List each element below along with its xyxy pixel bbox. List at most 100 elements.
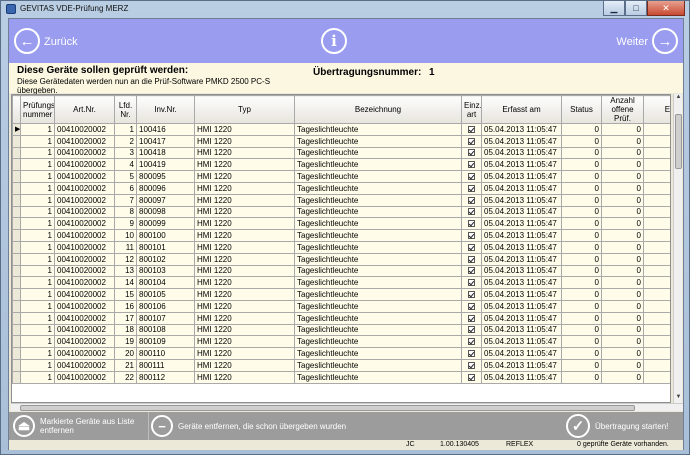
single-check-checkbox[interactable] bbox=[461, 347, 482, 360]
row-selector[interactable] bbox=[12, 252, 21, 266]
single-check-checkbox[interactable] bbox=[461, 217, 482, 231]
table-row[interactable]: ▶ 1 00410020002 1 100416 HMI 1220 Tageslichtle… bbox=[12, 123, 670, 136]
table-row[interactable]: 1 00410020002 17 800107 HMI 1220 Tageslichtle… bbox=[12, 311, 670, 325]
col-header[interactable]: Erh.vor a bbox=[643, 95, 670, 124]
row-selector[interactable] bbox=[12, 311, 21, 325]
table-row[interactable]: 1 00410020002 14 800104 HMI 1220 Tageslichtle… bbox=[12, 276, 670, 290]
checkbox-checked-icon[interactable] bbox=[468, 338, 475, 346]
col-header[interactable]: Typ bbox=[194, 95, 295, 124]
row-selector[interactable] bbox=[12, 264, 21, 278]
remove-marked-button[interactable]: ⏏ Markierte Geräte aus Liste entfernen bbox=[13, 412, 149, 440]
row-selector[interactable] bbox=[12, 370, 21, 384]
checkbox-checked-icon[interactable] bbox=[468, 220, 475, 228]
table-row[interactable]: 1 00410020002 10 800100 HMI 1220 Tageslichtle… bbox=[12, 229, 670, 242]
scroll-up-icon[interactable]: ▲ bbox=[674, 94, 683, 103]
col-header[interactable]: Einz. art bbox=[461, 95, 482, 124]
vertical-scroll-thumb[interactable] bbox=[675, 114, 682, 169]
row-selector[interactable] bbox=[12, 288, 21, 301]
table-row[interactable]: 1 00410020002 8 800098 HMI 1220 Tageslichtleu… bbox=[12, 205, 670, 219]
col-header[interactable]: Art.Nr. bbox=[54, 95, 115, 124]
single-check-checkbox[interactable] bbox=[461, 264, 482, 278]
table-row[interactable]: 1 00410020002 5 800095 HMI 1220 Tageslichtleu… bbox=[12, 170, 670, 183]
checkbox-checked-icon[interactable] bbox=[468, 243, 475, 251]
back-button[interactable]: ← bbox=[14, 28, 40, 54]
info-button[interactable]: i bbox=[321, 28, 347, 54]
row-selector[interactable] bbox=[12, 158, 21, 172]
single-check-checkbox[interactable] bbox=[461, 370, 482, 384]
checkbox-checked-icon[interactable] bbox=[468, 326, 475, 334]
single-check-checkbox[interactable] bbox=[461, 193, 482, 207]
single-check-checkbox[interactable] bbox=[461, 181, 482, 195]
col-header[interactable]: Inv.Nr. bbox=[136, 95, 195, 124]
table-row[interactable]: 1 00410020002 12 800102 HMI 1220 Tageslichtle… bbox=[12, 252, 670, 266]
single-check-checkbox[interactable] bbox=[461, 358, 482, 372]
table-row[interactable]: 1 00410020002 3 100418 HMI 1220 Tageslichtleu… bbox=[12, 146, 670, 160]
col-header[interactable]: Status bbox=[561, 95, 602, 124]
checkbox-checked-icon[interactable] bbox=[468, 232, 475, 240]
row-selector[interactable] bbox=[12, 205, 21, 219]
checkbox-checked-icon[interactable] bbox=[468, 314, 475, 322]
next-button[interactable]: → bbox=[652, 28, 678, 54]
checkbox-checked-icon[interactable] bbox=[468, 149, 475, 157]
table-row[interactable]: 1 00410020002 9 800099 HMI 1220 Tageslichtleu… bbox=[12, 217, 670, 231]
remove-tested-button[interactable]: − Geräte entfernen, die schon übergeben … bbox=[151, 412, 411, 440]
table-row[interactable]: 1 00410020002 7 800097 HMI 1220 Tageslichtleu… bbox=[12, 193, 670, 207]
single-check-checkbox[interactable] bbox=[461, 323, 482, 337]
single-check-checkbox[interactable] bbox=[461, 288, 482, 301]
row-selector[interactable] bbox=[12, 146, 21, 160]
checkbox-checked-icon[interactable] bbox=[468, 173, 475, 181]
row-selector[interactable] bbox=[12, 276, 21, 290]
checkbox-checked-icon[interactable] bbox=[468, 161, 475, 169]
minimize-button[interactable]: ▁ bbox=[603, 1, 625, 16]
row-selector[interactable] bbox=[12, 134, 21, 148]
title-bar[interactable]: GEVITAS VDE-Prüfung MERZ ▁ □ ✕ bbox=[1, 1, 689, 18]
back-label[interactable]: Zurück bbox=[44, 36, 78, 48]
checkbox-checked-icon[interactable] bbox=[468, 361, 475, 369]
row-selector[interactable] bbox=[12, 181, 21, 195]
row-selector[interactable] bbox=[12, 335, 21, 349]
table-row[interactable]: 1 00410020002 2 100417 HMI 1220 Tageslichtleu… bbox=[12, 134, 670, 148]
maximize-button[interactable]: □ bbox=[625, 1, 647, 16]
checkbox-checked-icon[interactable] bbox=[468, 125, 475, 133]
table-row[interactable]: 1 00410020002 20 800110 HMI 1220 Tageslichtle… bbox=[12, 347, 670, 360]
row-selector[interactable] bbox=[12, 240, 21, 254]
checkbox-checked-icon[interactable] bbox=[468, 184, 475, 192]
single-check-checkbox[interactable] bbox=[461, 134, 482, 148]
checkbox-checked-icon[interactable] bbox=[468, 196, 475, 204]
horizontal-scroll-thumb[interactable] bbox=[20, 405, 635, 411]
next-label[interactable]: Weiter bbox=[616, 36, 648, 48]
single-check-checkbox[interactable] bbox=[461, 276, 482, 290]
single-check-checkbox[interactable] bbox=[461, 123, 482, 136]
row-selector[interactable] bbox=[12, 347, 21, 360]
table-row[interactable]: 1 00410020002 19 800109 HMI 1220 Tageslichtle… bbox=[12, 335, 670, 349]
row-selector[interactable] bbox=[12, 217, 21, 231]
row-selector[interactable] bbox=[12, 229, 21, 242]
single-check-checkbox[interactable] bbox=[461, 229, 482, 242]
table-row[interactable]: 1 00410020002 13 800103 HMI 1220 Tageslichtle… bbox=[12, 264, 670, 278]
row-selector[interactable] bbox=[12, 170, 21, 183]
single-check-checkbox[interactable] bbox=[461, 170, 482, 183]
checkbox-checked-icon[interactable] bbox=[468, 291, 475, 299]
single-check-checkbox[interactable] bbox=[461, 252, 482, 266]
checkbox-checked-icon[interactable] bbox=[468, 208, 475, 216]
table-row[interactable]: 1 00410020002 16 800106 HMI 1220 Tageslichtle… bbox=[12, 299, 670, 313]
col-header[interactable]: Lfd. Nr. bbox=[114, 95, 137, 124]
checkbox-checked-icon[interactable] bbox=[468, 255, 475, 263]
table-row[interactable]: 1 00410020002 15 800105 HMI 1220 Tageslichtle… bbox=[12, 288, 670, 301]
table-row[interactable]: 1 00410020002 21 800111 HMI 1220 Tageslichtle… bbox=[12, 358, 670, 372]
single-check-checkbox[interactable] bbox=[461, 205, 482, 219]
table-row[interactable]: 1 00410020002 18 800108 HMI 1220 Tageslichtle… bbox=[12, 323, 670, 337]
row-selector[interactable] bbox=[12, 193, 21, 207]
row-selector[interactable] bbox=[12, 323, 21, 337]
row-selector[interactable]: ▶ bbox=[12, 123, 21, 136]
col-header[interactable]: Prüfungs nummer bbox=[20, 95, 55, 124]
row-selector[interactable] bbox=[12, 358, 21, 372]
col-header[interactable]: Anzahl offene Prüf. bbox=[601, 95, 644, 124]
table-row[interactable]: 1 00410020002 6 800096 HMI 1220 Tageslichtleu… bbox=[12, 181, 670, 195]
single-check-checkbox[interactable] bbox=[461, 240, 482, 254]
vertical-scrollbar[interactable]: ▲ ▼ bbox=[673, 94, 682, 403]
single-check-checkbox[interactable] bbox=[461, 335, 482, 349]
col-header[interactable]: Bezeichnung bbox=[294, 95, 462, 124]
close-button[interactable]: ✕ bbox=[647, 1, 685, 16]
checkbox-checked-icon[interactable] bbox=[468, 137, 475, 145]
